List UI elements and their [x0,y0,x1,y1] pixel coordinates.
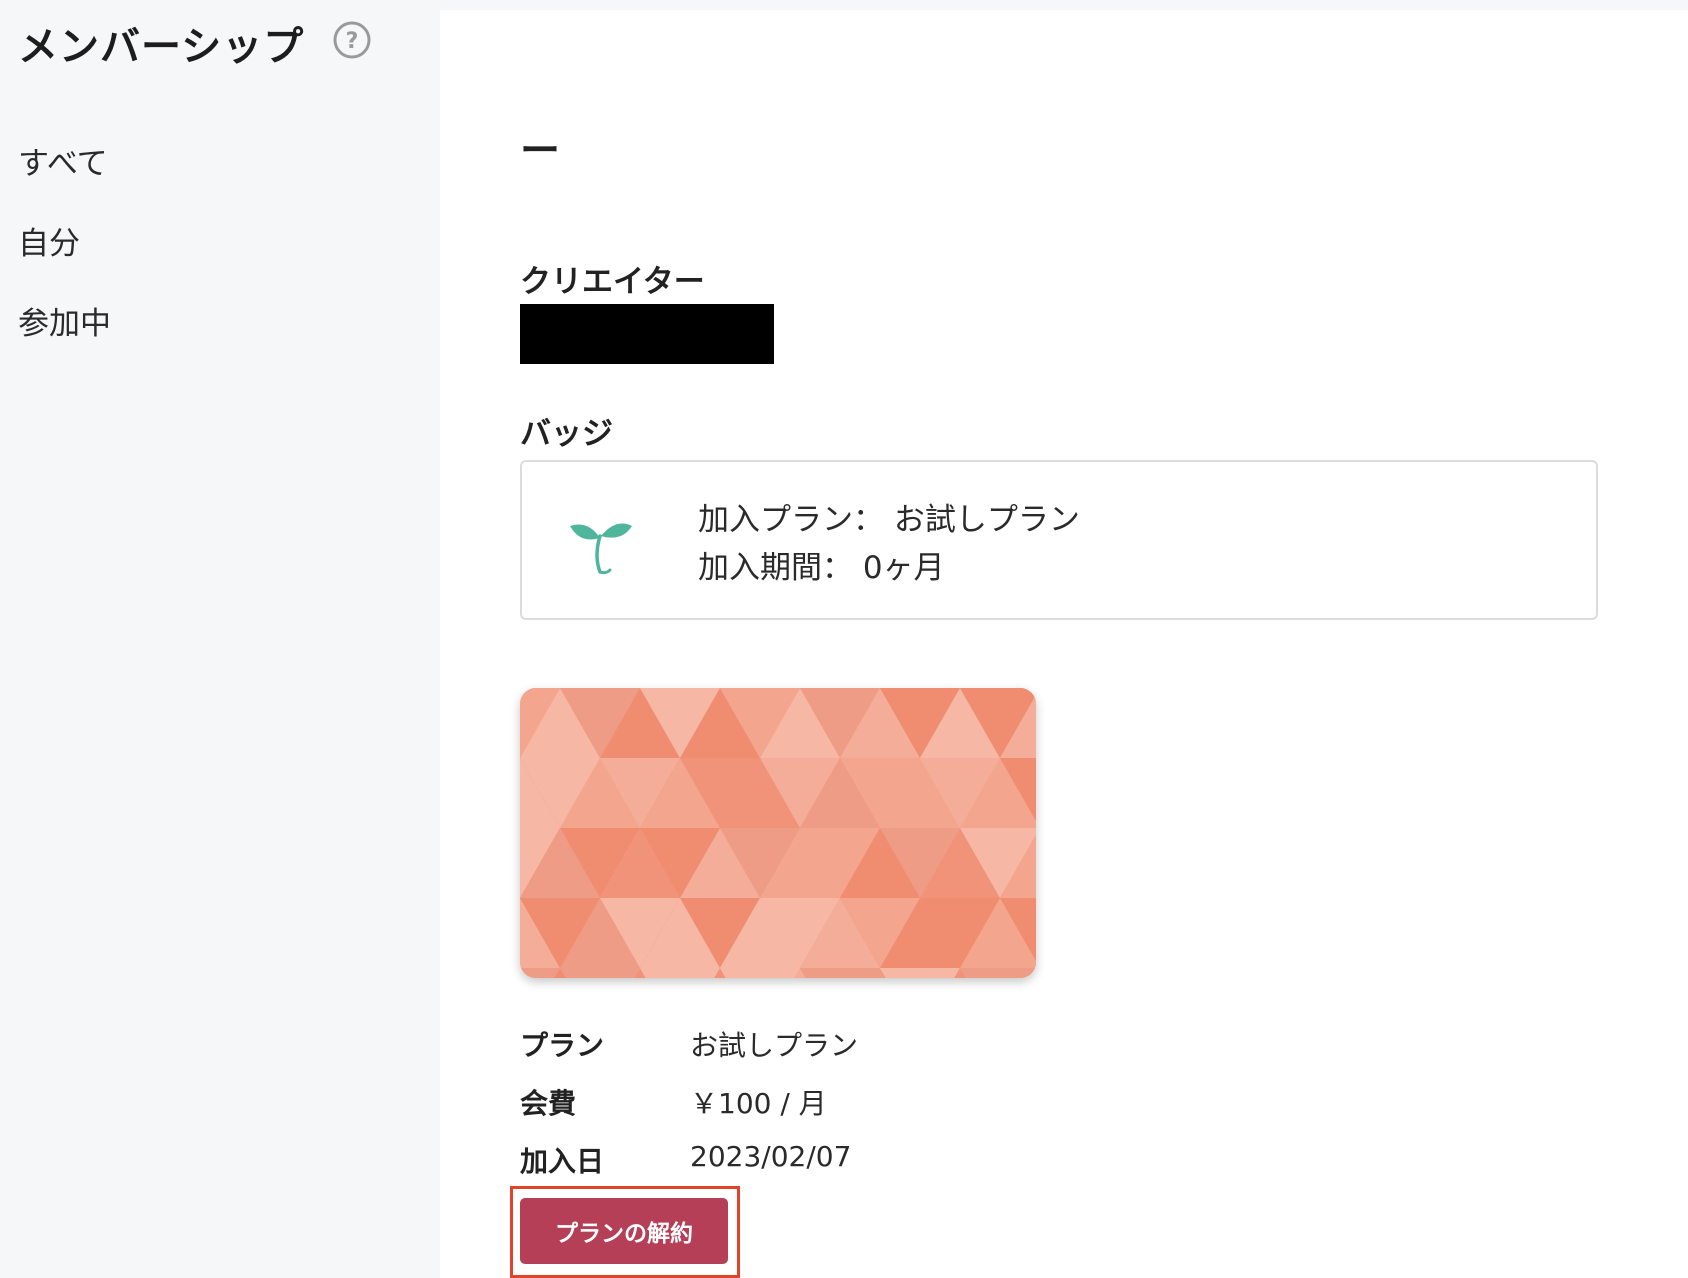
cancel-plan-button[interactable]: プランの解約 [520,1198,728,1264]
svg-text:?: ? [346,29,359,54]
badge-plan-line: 加入プラン： お試しプラン [698,502,1080,538]
creator-name-redacted [520,304,774,364]
card-pattern-triangle [880,968,960,978]
card-pattern-triangle [520,968,560,978]
card-pattern-triangle [560,968,640,978]
joined-date-value: 2023/02/07 [690,1140,852,1173]
plan-label: プラン [520,1029,605,1062]
nav-item-mine[interactable]: 自分 [18,218,80,263]
sidebar: メンバーシップ ? すべて 自分 参加中 [0,0,438,1278]
card-pattern-triangle [800,968,880,978]
badge-period-line: 加入期間： 0ヶ月 [698,550,945,586]
plan-card-image [520,688,1036,978]
sprout-icon [568,514,634,575]
badge-label: バッジ [520,416,613,452]
plan-value: お試しプラン [690,1029,859,1062]
card-pattern-triangle [720,968,800,978]
nav-item-joined[interactable]: 参加中 [18,298,111,343]
creator-label: クリエイター [520,264,705,300]
fee-value: ￥100 / 月 [690,1087,827,1120]
joined-date-label: 加入日 [520,1145,605,1178]
page-title: ー [520,128,560,174]
main-panel: ー クリエイター バッジ 加入プラン： お試しプラン 加入期間： 0ヶ月 プラン… [440,10,1688,1278]
help-icon[interactable]: ? [332,20,372,60]
fee-label: 会費 [520,1087,577,1120]
card-pattern-triangle [960,968,1036,978]
nav-item-all[interactable]: すべて [18,138,108,183]
sidebar-title: メンバーシップ [18,24,305,70]
card-pattern-triangle [640,968,720,978]
badge-box: 加入プラン： お試しプラン 加入期間： 0ヶ月 [520,460,1598,620]
